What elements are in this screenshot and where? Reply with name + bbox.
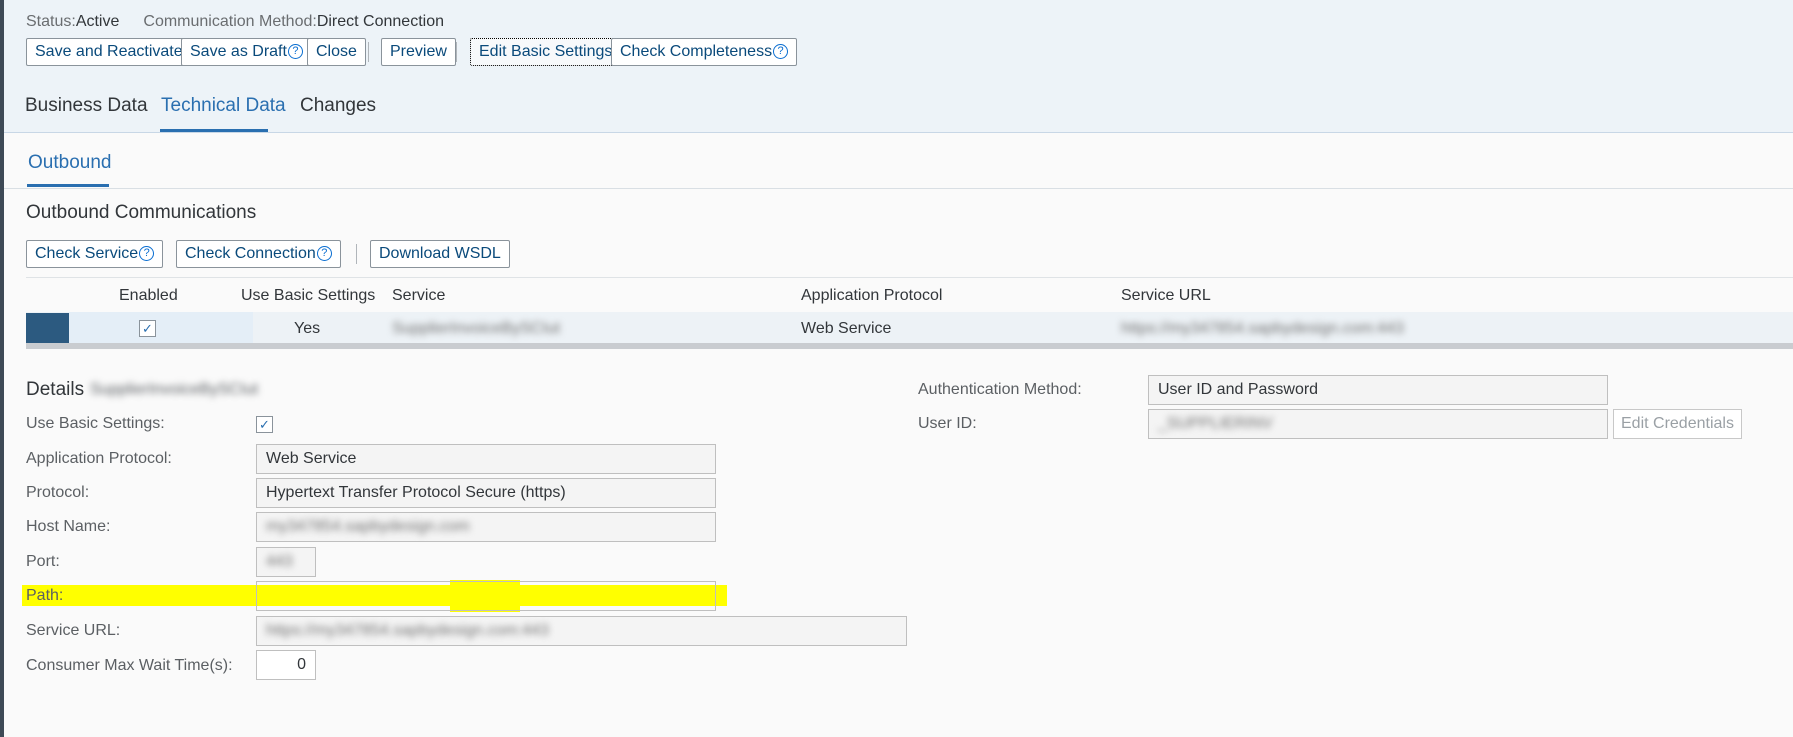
details-title: Details [26,379,85,400]
edit-basic-settings-label: Edit Basic Settings [479,43,613,60]
row-selector[interactable] [26,313,69,344]
user-id-field[interactable]: _SUPPLIERINV [1148,409,1608,439]
preview-button[interactable]: Preview [381,38,456,66]
check-connection-label: Check Connection [185,245,316,262]
subtab-indicator [27,184,109,187]
application-protocol-label: Application Protocol: [26,450,172,467]
authentication-method-field[interactable]: User ID and Password [1148,375,1608,405]
column-header-use-basic-settings[interactable]: Use Basic Settings [241,287,375,305]
help-icon: ? [773,44,789,59]
services-table-header: Enabled Use Basic Settings Service Appli… [26,277,1793,312]
toolbar-separator [368,42,369,62]
preview-label: Preview [390,43,447,60]
close-button[interactable]: Close [307,38,366,66]
table-bottom-edge [26,343,1793,349]
check-service-button[interactable]: Check Service? [26,240,164,268]
column-header-enabled[interactable]: Enabled [119,287,178,305]
port-field[interactable]: 443 [256,547,316,577]
enabled-checkbox[interactable]: ✓ [139,320,156,337]
user-id-value: _SUPPLIERINV [1158,415,1273,432]
service-url-label: Service URL: [26,622,121,639]
host-name-label: Host Name: [26,518,111,535]
path-label: Path: [26,587,64,604]
check-service-label: Check Service [35,245,139,262]
application-protocol-field[interactable]: Web Service [256,444,716,474]
tab-technical-data[interactable]: Technical Data [161,95,286,117]
service-url-field[interactable]: https://my347854.sapbydesign.com:443 [256,616,907,646]
tab-business-data[interactable]: Business Data [25,95,148,117]
column-header-service-url[interactable]: Service URL [1121,287,1211,305]
details-service-name: SupplierInvoiceBySCIut [90,381,259,398]
use-basic-settings-label: Use Basic Settings: [26,415,165,432]
status-line: Status:Active Communication Method:Direct… [26,13,444,31]
consumer-max-wait-field[interactable]: 0 [256,650,316,680]
toolbar-separator [456,42,457,62]
status-label: Status: [26,13,76,30]
object-header: Status:Active Communication Method:Direct… [4,0,1793,133]
port-value: 443 [266,553,293,570]
table-row[interactable]: ✓ Yes SupplierInvoiceBySCIut Web Service… [26,312,1793,346]
use-basic-settings-value: Yes [294,320,321,337]
use-basic-settings-checkbox[interactable]: ✓ [256,416,273,433]
help-icon: ? [316,246,332,261]
service-url-detail-value: https://my347854.sapbydesign.com:443 [266,622,549,639]
status-value: Active [75,13,120,30]
edit-credentials-button[interactable]: Edit Credentials [1613,409,1742,439]
save-as-draft-button[interactable]: Save as Draft? [181,38,312,66]
protocol-label: Protocol: [26,484,90,501]
service-url-value: https://my347854.sapbydesign.com:443 [1121,320,1404,337]
active-tab-indicator [160,129,268,132]
save-as-draft-label: Save as Draft [190,43,287,60]
save-and-reactivate-label: Save and Reactivate [35,43,183,60]
service-value: SupplierInvoiceBySCIut [392,320,561,337]
check-connection-button[interactable]: Check Connection? [176,240,341,268]
help-icon: ? [139,246,155,261]
host-name-field[interactable]: my347854.sapbydesign.com [256,512,716,542]
column-header-service[interactable]: Service [392,287,445,305]
path-field[interactable] [256,581,716,611]
enabled-cell [69,312,253,345]
toolbar-separator [356,244,357,264]
subtab-divider [4,188,1793,189]
help-icon: ? [287,44,303,59]
host-name-value: my347854.sapbydesign.com [266,518,470,535]
check-completeness-button[interactable]: Check Completeness? [611,38,798,66]
authentication-method-label: Authentication Method: [918,381,1082,398]
edit-basic-settings-button[interactable]: Edit Basic Settings [470,38,622,66]
method-label: Communication Method: [143,13,317,30]
subtab-outbound[interactable]: Outbound [28,152,111,174]
close-label: Close [316,43,357,60]
application-protocol-value: Web Service [801,320,892,337]
tab-changes[interactable]: Changes [300,95,376,117]
method-value: Direct Connection [316,13,444,30]
consumer-max-wait-label: Consumer Max Wait Time(s): [26,657,233,674]
download-wsdl-button[interactable]: Download WSDL [370,240,510,268]
save-and-reactivate-button[interactable]: Save and Reactivate [26,38,192,66]
download-wsdl-label: Download WSDL [379,245,501,262]
user-id-label: User ID: [918,415,977,432]
outbound-section-title: Outbound Communications [26,202,257,223]
check-completeness-label: Check Completeness [620,43,773,60]
column-header-application-protocol[interactable]: Application Protocol [801,287,942,305]
protocol-field[interactable]: Hypertext Transfer Protocol Secure (http… [256,478,716,508]
port-label: Port: [26,553,60,570]
